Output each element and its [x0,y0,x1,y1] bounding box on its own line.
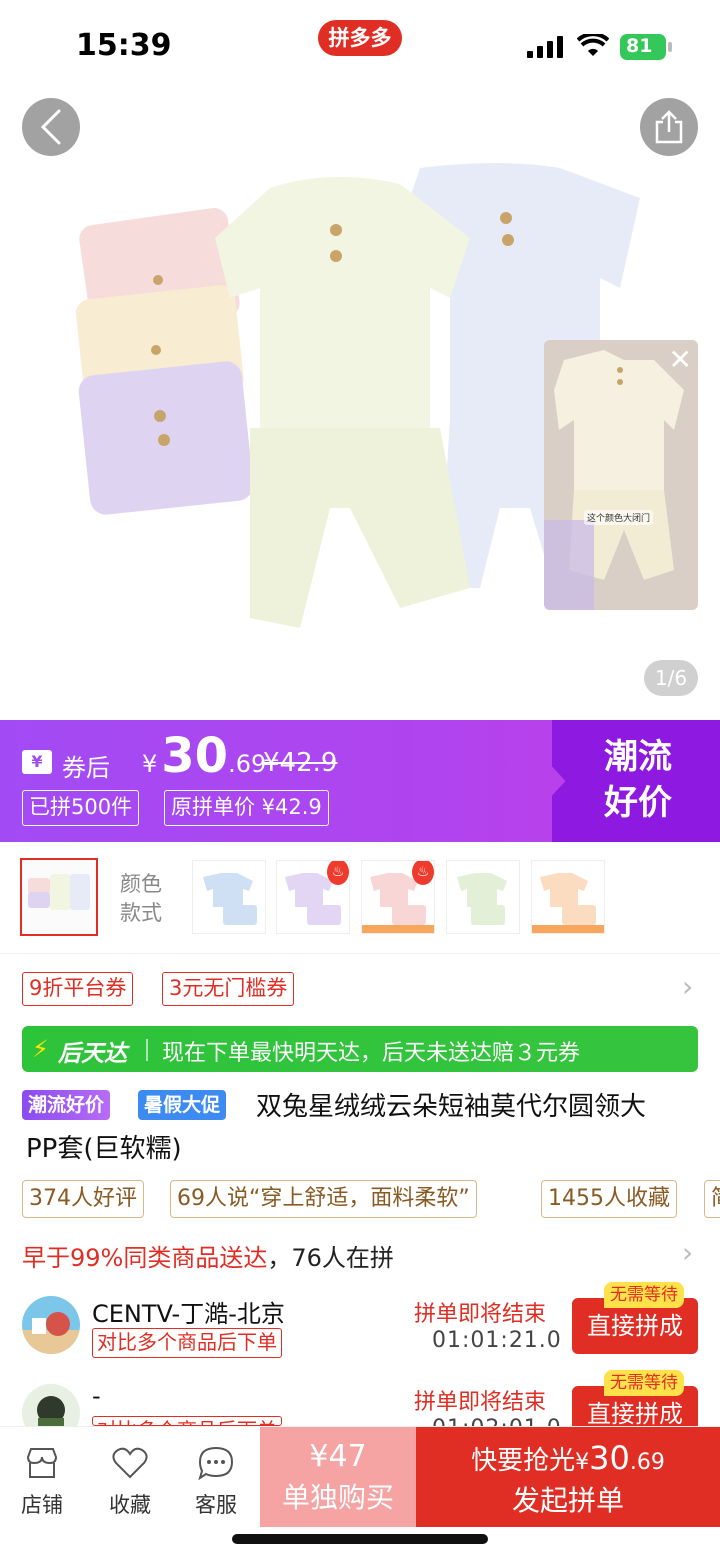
home-indicator[interactable] [232,1534,488,1544]
review-tag-favorites[interactable]: 1455人收藏 [541,1180,677,1218]
review-tag-comfort[interactable]: 69人说“穿上舒适，面料柔软” [170,1180,477,1218]
coupon-price: ¥30.69 [142,728,266,784]
status-bar: 15:39 拼多多 81 [0,0,720,88]
group-countdown: 01:02:01.0 [432,1416,562,1426]
group-leader-name: - [92,1382,101,1410]
store-icon [26,1448,58,1478]
hot-icon: ♨ [327,861,349,885]
single-buy-label: 单独购买 [281,1481,394,1514]
currency-symbol: ¥ [142,750,158,778]
group-ending-label: 拼单即将结束 [414,1390,547,1415]
group-buy-label: 发起拼单 [511,1484,624,1517]
product-title-line1: 双兔星绒绒云朵短袖莫代尔圆领大 [256,1092,647,1122]
group-countdown: 01:01:21.0 [432,1328,562,1353]
variant-thumb-blue[interactable] [192,860,266,934]
price-integer: 30 [161,728,229,784]
trend-price-badge: 潮流好价 [22,1090,111,1120]
variant-thumb-green[interactable] [446,860,520,934]
single-price: ¥47 [309,1439,367,1474]
variant-label: 颜色 款式 [120,870,162,928]
trend-line-1: 潮流 [604,737,672,777]
trend-badge-text: 潮流 好价 [590,734,686,826]
video-frame-image [544,340,698,610]
group-count: ，76人在拼 [267,1244,394,1272]
platform-coupon[interactable]: 9折平台券 [22,972,134,1006]
no-wait-badge: 无需等待 [604,1282,684,1308]
variant-thumb-selected[interactable] [20,858,98,936]
share-icon [655,110,683,144]
original-price: ¥42.9 [263,748,338,778]
coupon-icon: ¥ [22,750,52,774]
service-label: 客服 [195,1493,237,1517]
no-wait-badge: 无需等待 [604,1370,684,1396]
review-tag-good[interactable]: 374人好评 [22,1180,144,1218]
group-ending-label: 拼单即将结束 [414,1302,547,1327]
promo-strip [362,925,434,933]
hot-icon: ♨ [412,861,434,885]
variant-image [22,860,96,934]
summer-sale-badge: 暑假大促 [138,1090,227,1120]
store-button[interactable]: 店铺 [12,1445,72,1519]
delivery-banner[interactable]: ⚡ 后天达 现在下单最快明天达，后天未送达赔３元券 [22,1026,698,1072]
avatar [22,1296,80,1354]
divider [146,1039,148,1061]
video-preview[interactable]: ✕ 这个颜色大闭门 [544,340,698,610]
variant-image [193,861,265,933]
variant-selector: 颜色 款式 ♨ ♨ [0,842,720,954]
favorite-button[interactable]: 收藏 [100,1445,160,1519]
trend-line-2: 好价 [604,783,672,823]
review-tag-more[interactable]: 简 [704,1180,720,1218]
signal-icon [527,36,563,58]
customer-service-button[interactable]: 客服 [186,1445,246,1519]
back-button[interactable] [22,98,80,156]
lightning-icon: ⚡ [32,1035,49,1063]
sold-count: 已拼500件 [22,790,140,826]
after-coupon-label: 券后 [62,754,110,782]
group-price-decimal: .69 [629,1450,665,1475]
share-button[interactable] [640,98,698,156]
chevron-right-icon[interactable]: › [682,1236,693,1269]
app-badge: 拼多多 [318,20,402,56]
group-buy-button[interactable]: 快要抢光¥30.69 发起拼单 [416,1427,720,1527]
delivery-description: 现在下单最快明天达，后天未送达赔３元券 [162,1041,581,1066]
product-gallery[interactable]: ✕ 这个颜色大闭门 1/6 [0,88,720,720]
chevron-right-icon[interactable]: › [682,970,693,1003]
variant-label-line2: 款式 [120,901,162,925]
early-delivery-highlight: 早于99%同类商品送达 [22,1244,268,1272]
variant-thumb-orange[interactable] [531,860,605,934]
promo-strip [532,925,604,933]
wifi-icon [577,34,609,56]
no-threshold-coupon[interactable]: 3元无门槛券 [162,972,295,1006]
variant-image [447,861,519,933]
battery-level: 81 [626,35,653,57]
clock: 15:39 [76,28,172,63]
variant-image [532,861,604,933]
favorite-label: 收藏 [109,1493,151,1517]
price-decimal: .69 [228,750,267,778]
video-caption: 这个颜色大闭门 [584,510,654,525]
heart-icon [112,1447,148,1479]
group-price-prefix: 快要抢光 [471,1446,576,1476]
chevron-left-icon [40,109,61,145]
product-title-line2: PP套(巨软糯) [26,1134,182,1164]
close-icon[interactable]: ✕ [669,346,692,374]
battery-icon: 81 [620,34,672,60]
group-leader-tag: 对比多个商品后下单 [92,1416,282,1426]
variant-thumb-pink[interactable]: ♨ [361,860,435,934]
delivery-badge: 后天达 [58,1041,127,1067]
group-leader-name: CENTV-丁澔-北京 [92,1300,285,1328]
group-currency: ¥ [575,1450,590,1475]
group-summary[interactable]: 早于99%同类商品送达，76人在拼 [22,1238,394,1273]
page-indicator: 1/6 [644,660,698,696]
group-price-integer: 30 [589,1439,630,1477]
store-label: 店铺 [21,1493,63,1517]
original-group-price: 原拼单价 ¥42.9 [164,790,329,826]
group-price-row: 快要抢光¥30.69 [416,1439,720,1477]
chat-icon [198,1446,234,1480]
group-leader-tag: 对比多个商品后下单 [92,1328,282,1358]
variant-label-line1: 颜色 [120,872,162,896]
variant-thumb-purple[interactable]: ♨ [276,860,350,934]
single-buy-button[interactable]: ¥47 单独购买 [260,1427,416,1527]
